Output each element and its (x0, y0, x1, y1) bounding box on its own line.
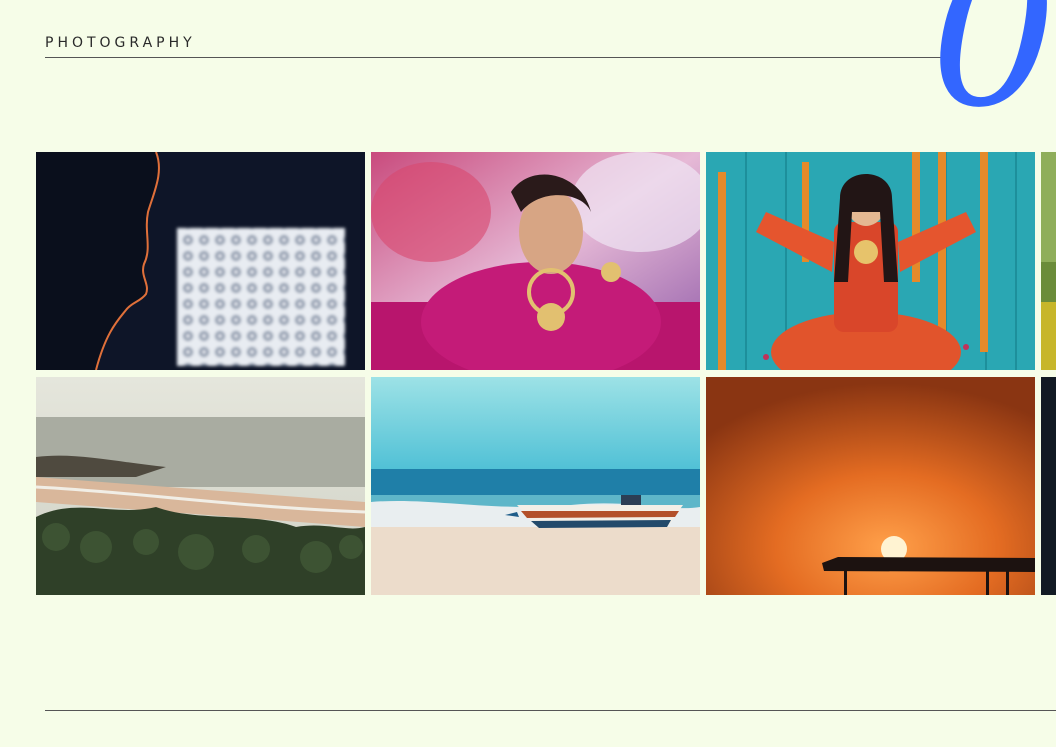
sunset-image (706, 377, 1035, 595)
section-numeral: 0 (930, 0, 1056, 152)
celebration-portrait-image (706, 152, 1035, 370)
header-divider (45, 57, 945, 58)
partial-image (1041, 377, 1056, 595)
photo-boat-on-beach[interactable] (371, 377, 700, 595)
beach-coastline-image (36, 377, 365, 595)
photo-beach-coastline[interactable] (36, 377, 365, 595)
partial-image (1041, 152, 1056, 370)
silhouette-portrait-image (36, 152, 365, 370)
photo-partial-row1[interactable] (1041, 152, 1056, 370)
boat-on-beach-image (371, 377, 700, 595)
bride-portrait-image (371, 152, 700, 370)
section-title: PHOTOGRAPHY (45, 35, 196, 51)
photo-celebration-portrait[interactable] (706, 152, 1035, 370)
footer-divider (45, 710, 1056, 711)
photo-bride-portrait[interactable] (371, 152, 700, 370)
photo-partial-row2[interactable] (1041, 377, 1056, 595)
photo-sunset[interactable] (706, 377, 1035, 595)
photo-silhouette-portrait[interactable] (36, 152, 365, 370)
photography-page: PHOTOGRAPHY 0 (0, 0, 1056, 747)
